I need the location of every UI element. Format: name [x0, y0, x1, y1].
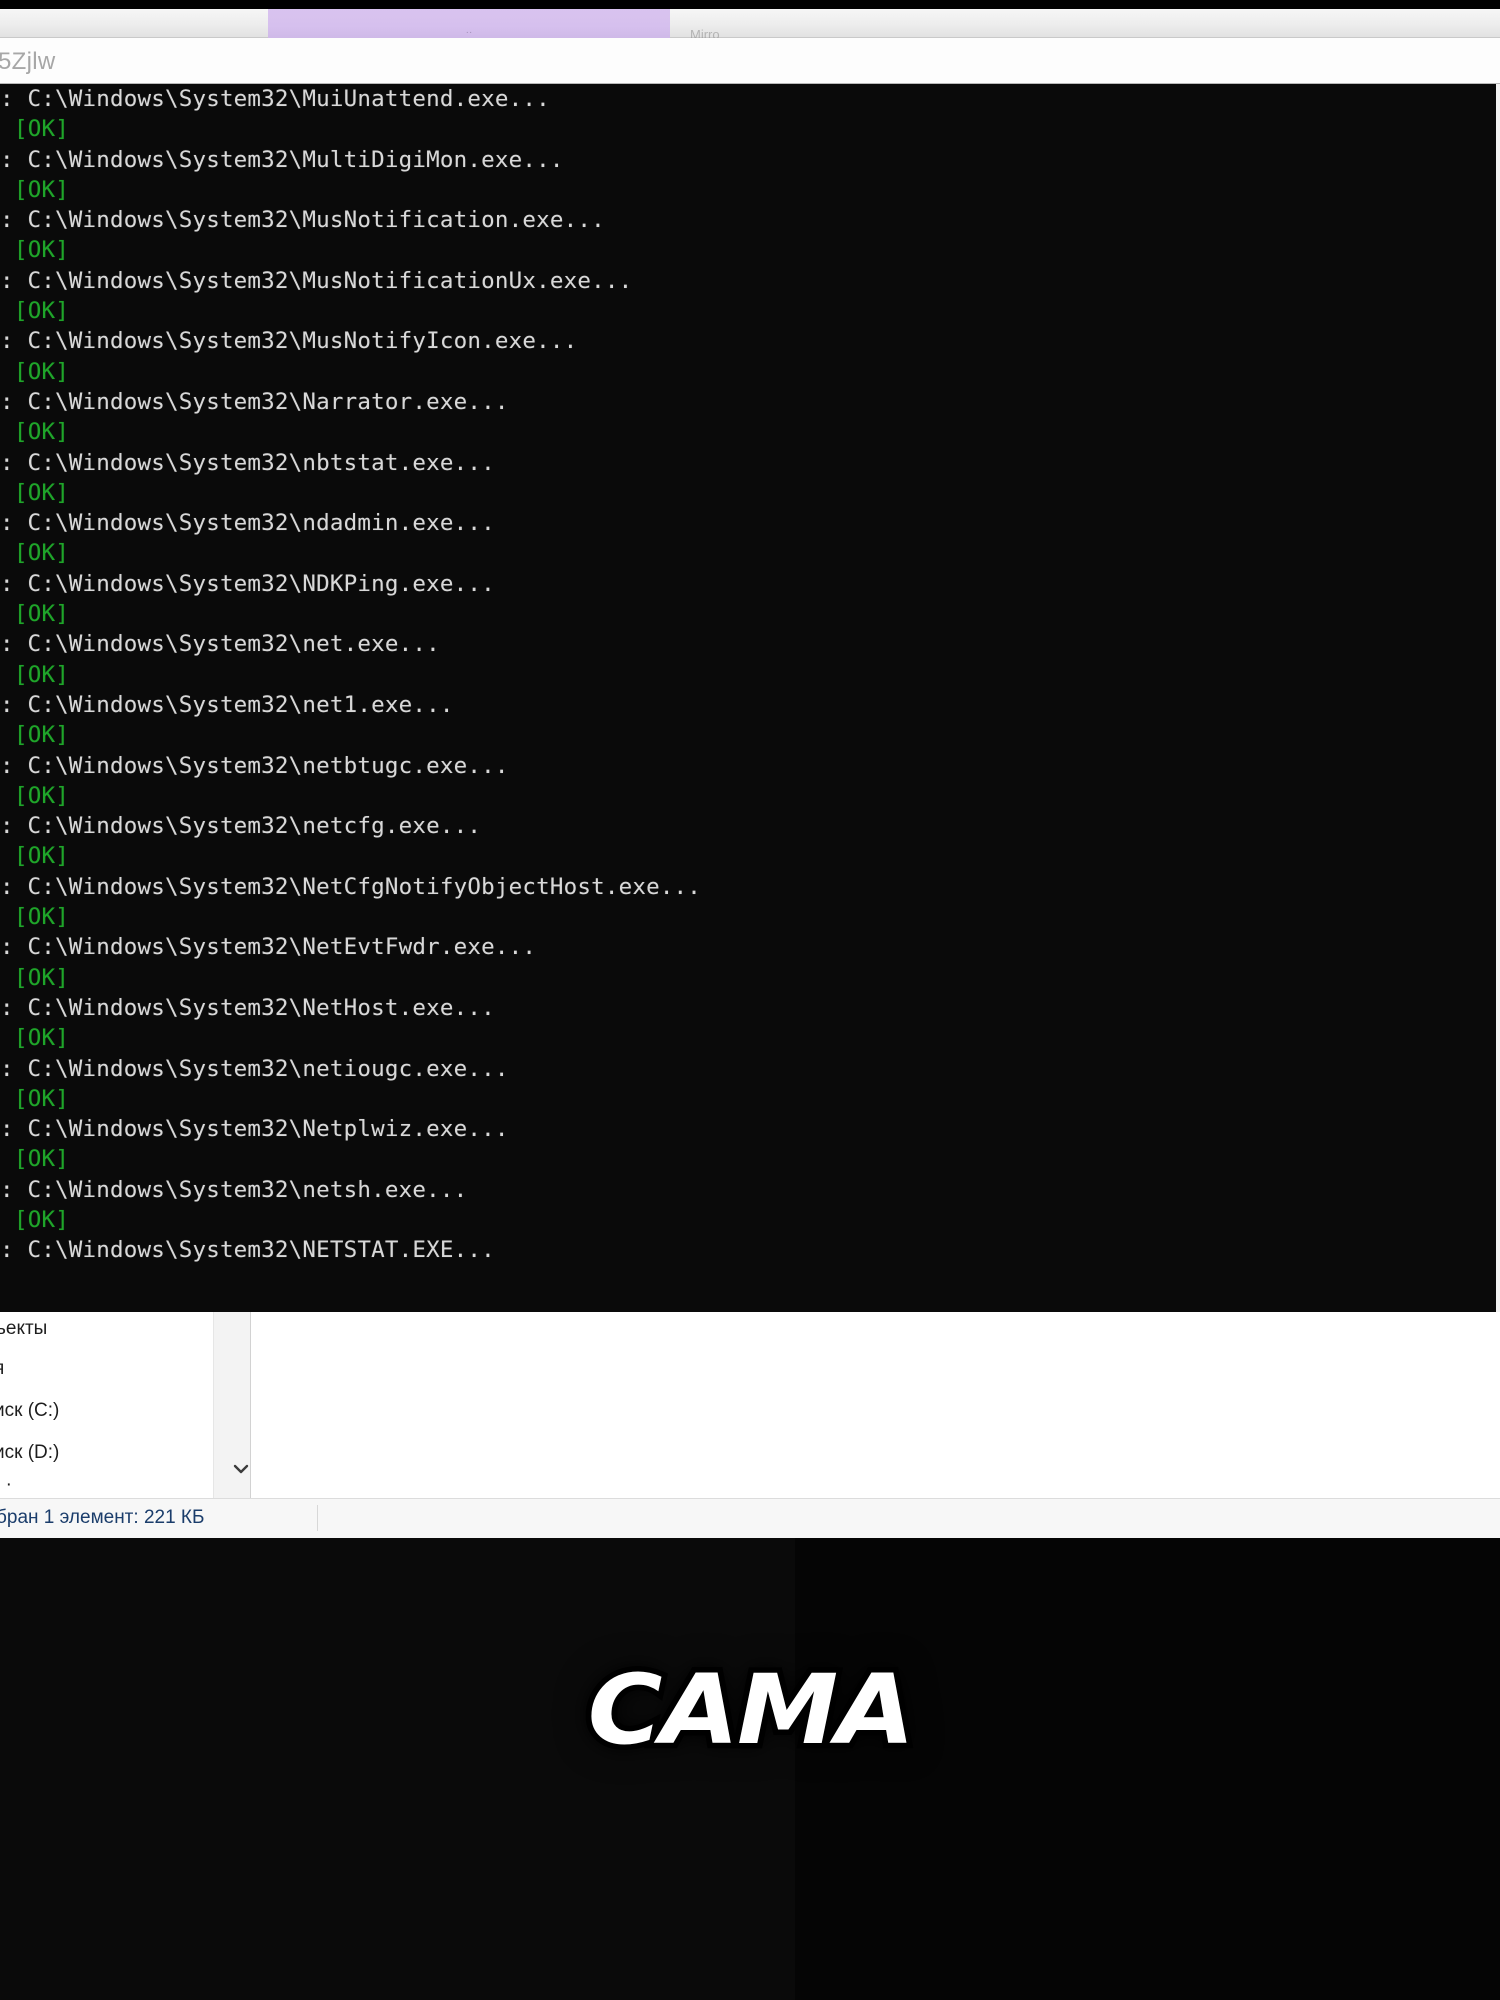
- console-status-ok: [OK]: [14, 237, 69, 264]
- console-path-line: : C:\Windows\System32\net1.exe...: [0, 691, 454, 718]
- console-path-line: : C:\Windows\System32\netbtugc.exe...: [0, 752, 509, 779]
- console-path-line: : C:\Windows\System32\MultiDigiMon.exe..…: [0, 146, 564, 173]
- explorer-file-list-pane[interactable]: [251, 1312, 1500, 1498]
- console-status-ok: [OK]: [14, 1146, 69, 1173]
- console-status-ok: [OK]: [14, 843, 69, 870]
- console-path-line: : C:\Windows\System32\NetCfgNotifyObject…: [0, 873, 702, 900]
- console-path-line: : C:\Windows\System32\Narrator.exe...: [0, 388, 509, 415]
- console-path-line: : C:\Windows\System32\NDKPing.exe...: [0, 570, 495, 597]
- console-status-ok: [OK]: [14, 782, 69, 809]
- explorer-navigation-pane[interactable]: ъекты я иск (C:) иск (D:) - ·: [0, 1312, 213, 1498]
- browser-toolbar: 5Zjlw: [0, 38, 1500, 84]
- address-bar-text[interactable]: 5Zjlw: [0, 48, 56, 76]
- console-path-line: : C:\Windows\System32\MusNotificationUx.…: [0, 267, 633, 294]
- console-status-ok: [OK]: [14, 540, 69, 567]
- browser-tabstrip: ·· Mirro: [0, 9, 1500, 42]
- console-path-line: : C:\Windows\System32\netiougc.exe...: [0, 1055, 509, 1082]
- console-status-ok: [OK]: [14, 661, 69, 688]
- console-path-line: : C:\Windows\System32\ndadmin.exe...: [0, 510, 495, 537]
- console-status-ok: [OK]: [14, 298, 69, 325]
- explorer-nav-item[interactable]: иск (C:): [0, 1400, 59, 1422]
- console-status-ok: [OK]: [14, 1085, 69, 1112]
- browser-tab-active[interactable]: ··: [268, 9, 670, 38]
- console-path-line: : C:\Windows\System32\MusNotification.ex…: [0, 207, 605, 234]
- explorer-status-text: бран 1 элемент: 221 КБ: [0, 1507, 205, 1528]
- explorer-nav-item[interactable]: - ·: [0, 1474, 12, 1496]
- console-path-line: : C:\Windows\System32\net.exe...: [0, 631, 440, 658]
- console-path-line: : C:\Windows\System32\MusNotifyIcon.exe.…: [0, 328, 578, 355]
- console-status-ok: [OK]: [14, 1206, 69, 1233]
- console-path-line: : C:\Windows\System32\Netplwiz.exe...: [0, 1116, 509, 1143]
- explorer-nav-item[interactable]: иск (D:): [0, 1442, 59, 1464]
- explorer-nav-scrollbar[interactable]: [213, 1312, 250, 1498]
- console-status-ok: [OK]: [14, 1025, 69, 1052]
- console-status-ok: [OK]: [14, 601, 69, 628]
- console-path-line: : C:\Windows\System32\NetEvtFwdr.exe...: [0, 934, 537, 961]
- console-path-line: : C:\Windows\System32\nbtstat.exe...: [0, 449, 495, 476]
- console-status-ok: [OK]: [14, 419, 69, 446]
- bottom-black-band: [0, 1538, 1500, 2000]
- console-status-ok: [OK]: [14, 964, 69, 991]
- bottom-band-shade: [795, 1538, 1500, 2000]
- explorer-nav-item[interactable]: я: [0, 1358, 4, 1380]
- console-path-line: : C:\Windows\System32\NETSTAT.EXE...: [0, 1237, 495, 1264]
- console-status-ok: [OK]: [14, 479, 69, 506]
- console-output: : C:\Windows\System32\MuiUnattend.exe...…: [0, 84, 1496, 1266]
- console-status-ok: [OK]: [14, 116, 69, 143]
- console-status-ok: [OK]: [14, 358, 69, 385]
- console-path-line: : C:\Windows\System32\NetHost.exe...: [0, 994, 495, 1021]
- console-status-ok: [OK]: [14, 722, 69, 749]
- explorer-nav-item[interactable]: ъекты: [0, 1318, 47, 1340]
- explorer-window[interactable]: ъекты я иск (C:) иск (D:) - · бран 1 элемент…: [0, 1312, 1500, 1538]
- browser-tab-active-label: ··: [465, 28, 473, 38]
- right-edge-strip: [1496, 84, 1500, 1312]
- status-bar-separator: [317, 1505, 318, 1531]
- console-path-line: : C:\Windows\System32\netcfg.exe...: [0, 813, 482, 840]
- screenshot-root: ·· Mirro 5Zjlw : C:\Windows\System32\Mui…: [0, 0, 1500, 2000]
- console-status-ok: [OK]: [14, 176, 69, 203]
- console-path-line: : C:\Windows\System32\MuiUnattend.exe...: [0, 86, 550, 112]
- console-path-line: : C:\Windows\System32\netsh.exe...: [0, 1176, 468, 1203]
- console-status-ok: [OK]: [14, 904, 69, 931]
- console-window[interactable]: : C:\Windows\System32\MuiUnattend.exe...…: [0, 84, 1496, 1312]
- window-top-edge: [0, 0, 1500, 9]
- explorer-status-bar: бран 1 элемент: 221 КБ: [0, 1498, 1500, 1538]
